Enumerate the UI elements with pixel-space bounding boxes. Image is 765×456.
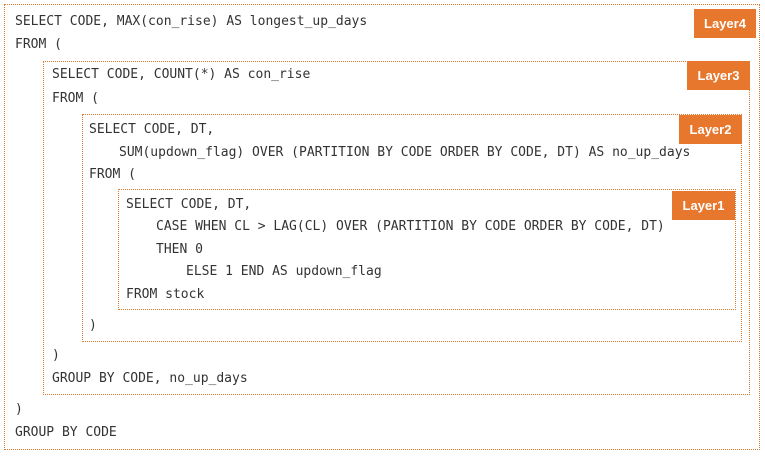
layer4-tag: Layer4 <box>694 9 756 38</box>
code-line: SELECT CODE, DT, <box>126 197 252 212</box>
code-line: ELSE 1 END AS updown_flag <box>186 264 382 279</box>
code-line: THEN 0 <box>156 242 203 257</box>
code-line: GROUP BY CODE <box>15 425 117 440</box>
code-line: ) <box>15 402 23 417</box>
layer2-tag: Layer2 <box>679 115 742 144</box>
code-line: SELECT CODE, DT, <box>89 122 215 137</box>
layer3-tag: Layer3 <box>687 61 750 90</box>
code-line: CASE WHEN CL > LAG(CL) OVER (PARTITION B… <box>156 219 665 234</box>
code-line: FROM ( <box>89 167 136 182</box>
code-line: FROM ( <box>52 91 99 106</box>
code-line: ) <box>89 318 97 333</box>
code-line: FROM stock <box>126 287 205 302</box>
code-line: SELECT CODE, MAX(con_rise) AS longest_up… <box>15 14 368 29</box>
code-line: SELECT CODE, COUNT(*) AS con_rise <box>52 67 311 82</box>
layer1-tag: Layer1 <box>672 191 735 220</box>
code-line: ) <box>52 348 60 363</box>
code-line: GROUP BY CODE, no_up_days <box>52 371 248 386</box>
code-line: SUM(updown_flag) OVER (PARTITION BY CODE… <box>119 145 691 160</box>
code-line: FROM ( <box>15 37 62 52</box>
